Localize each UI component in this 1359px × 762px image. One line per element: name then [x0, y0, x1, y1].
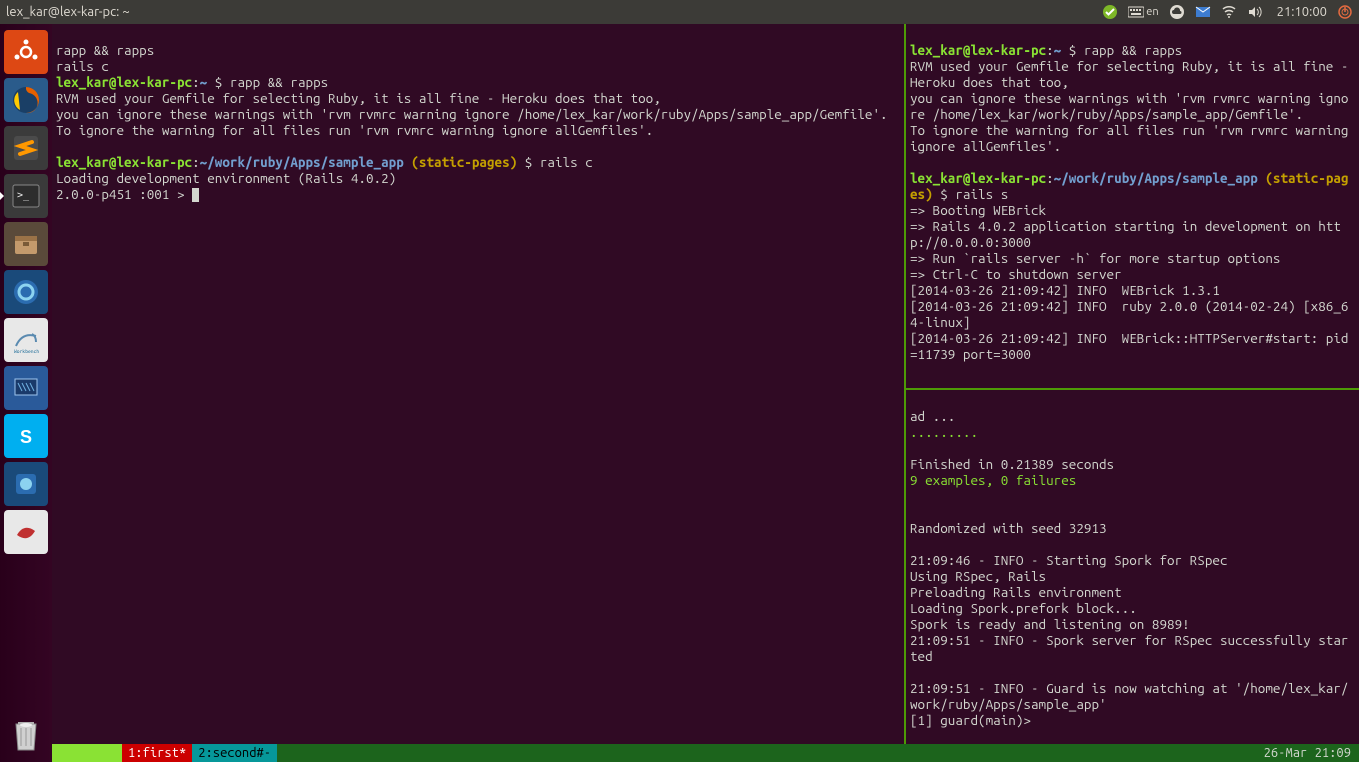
firefox-icon[interactable] [4, 78, 48, 122]
term-line: [2014-03-26 21:09:42] INFO WEBrick::HTTP… [910, 330, 1348, 362]
term-line: Using RSpec, Rails [910, 568, 1046, 584]
tmux-pane-left[interactable]: rapp && rapps rails c lex_kar@lex-kar-pc… [52, 24, 904, 762]
prompt-user: lex_kar@lex-kar-pc [56, 74, 192, 90]
term-line: ad ... [910, 408, 955, 424]
trash-icon[interactable] [4, 712, 48, 756]
terminal-icon[interactable]: >_ [4, 174, 48, 218]
prompt-path: ~/work/ruby/Apps/sample_app [1054, 170, 1258, 186]
power-icon[interactable] [1337, 4, 1353, 20]
rspec-result: 9 examples, 0 failures [910, 472, 1076, 488]
term-line: you can ignore these warnings with 'rvm … [56, 106, 888, 122]
prompt-path: ~/work/ruby/Apps/sample_app [200, 154, 404, 170]
cursor-icon [192, 188, 199, 202]
term-line: Spork is ready and listening on 8989! [910, 616, 1190, 632]
virtualbox-icon[interactable] [4, 366, 48, 410]
term-line: Finished in 0.21389 seconds [910, 456, 1114, 472]
term-line: Randomized with seed 32913 [910, 520, 1107, 536]
term-line: RVM used your Gemfile for selecting Ruby… [56, 90, 661, 106]
svg-text:Workbench: Workbench [14, 348, 39, 354]
term-line: rapp && rapps [56, 42, 154, 58]
term-line: => Run `rails server -h` for more startu… [910, 250, 1280, 266]
svg-text:>_: >_ [17, 190, 30, 201]
tmux-right-column: lex_kar@lex-kar-pc:~ $ rapp && rapps RVM… [904, 24, 1359, 762]
term-line: rails c [56, 58, 109, 74]
prompt-command: rails c [540, 154, 593, 170]
terminal-area: rapp && rapps rails c lex_kar@lex-kar-pc… [52, 24, 1359, 762]
term-line: => Booting WEBrick [910, 202, 1046, 218]
prompt-user: lex_kar@lex-kar-pc [910, 42, 1046, 58]
keyboard-lang: en [1146, 6, 1158, 18]
unity-launcher: >_ Workbench S [0, 24, 52, 762]
tmux-pane-right-top[interactable]: lex_kar@lex-kar-pc:~ $ rapp && rapps RVM… [906, 24, 1359, 390]
prompt-path: ~ [200, 74, 208, 90]
volume-icon[interactable] [1247, 4, 1263, 20]
clock[interactable]: 21:10:00 [1277, 5, 1327, 19]
term-line: => Ctrl-C to shutdown server [910, 266, 1122, 282]
prompt-user: lex_kar@lex-kar-pc [910, 170, 1046, 186]
system-tray: en 21:10:00 [1102, 4, 1353, 20]
tmux-window-2[interactable]: 2:second#- [192, 744, 277, 762]
tmux-status-bar: 1:first* 2:second#- 26-Mar 21:09 [52, 744, 1359, 762]
term-line: 21:09:51 - INFO - Spork server for RSpec… [910, 632, 1348, 664]
tmux-status-left [52, 744, 122, 762]
sync-ok-icon[interactable] [1102, 4, 1118, 20]
cloud-icon[interactable] [1169, 4, 1185, 20]
prompt-user: lex_kar@lex-kar-pc [56, 154, 192, 170]
term-line: Preloading Rails environment [910, 584, 1122, 600]
prompt-command: rapp && rapps [230, 74, 328, 90]
prompt-command: rapp && rapps [1084, 42, 1182, 58]
guard-prompt: [1] guard(main)> [910, 712, 1031, 728]
svg-text:S: S [20, 427, 32, 447]
tmux-status-right: 26-Mar 21:09 [1256, 744, 1359, 762]
term-line: you can ignore these warnings with 'rvm … [910, 90, 1348, 122]
mysql-workbench-icon[interactable]: Workbench [4, 318, 48, 362]
network-icon[interactable] [1221, 4, 1237, 20]
term-line: RVM used your Gemfile for selecting Ruby… [910, 58, 1356, 90]
term-line: ......... [910, 424, 978, 440]
prompt-branch: (static-pages) [411, 154, 517, 170]
files-icon[interactable] [4, 222, 48, 266]
app-icon-3[interactable] [4, 510, 48, 554]
keyboard-icon[interactable]: en [1128, 4, 1158, 20]
term-line: Loading development environment (Rails 4… [56, 170, 396, 186]
term-line: [2014-03-26 21:09:42] INFO ruby 2.0.0 (2… [910, 298, 1348, 330]
tmux-pane-right-bottom[interactable]: ad ... ......... Finished in 0.21389 sec… [906, 390, 1359, 762]
app-icon-1[interactable] [4, 270, 48, 314]
top-panel: lex_kar@lex-kar-pc: ~ en 21:10:00 [0, 0, 1359, 24]
sublime-icon[interactable] [4, 126, 48, 170]
skype-icon[interactable]: S [4, 414, 48, 458]
term-line: => Rails 4.0.2 application starting in d… [910, 218, 1341, 250]
term-line: 21:09:46 - INFO - Starting Spork for RSp… [910, 552, 1228, 568]
term-line: 21:09:51 - INFO - Guard is now watching … [910, 680, 1348, 712]
term-line: To ignore the warning for all files run … [910, 122, 1356, 154]
dash-icon[interactable] [4, 30, 48, 74]
prompt-command: rails s [955, 186, 1008, 202]
window-title: lex_kar@lex-kar-pc: ~ [6, 5, 1102, 19]
mail-icon[interactable] [1195, 4, 1211, 20]
term-line: Loading Spork.prefork block... [910, 600, 1137, 616]
term-line: To ignore the warning for all files run … [56, 122, 653, 138]
tmux-window-1[interactable]: 1:first* [122, 744, 192, 762]
term-line: [2014-03-26 21:09:42] INFO WEBrick 1.3.1 [910, 282, 1220, 298]
app-icon-2[interactable] [4, 462, 48, 506]
irb-prompt: 2.0.0-p451 :001 > [56, 186, 192, 202]
prompt-path: ~ [1054, 42, 1062, 58]
